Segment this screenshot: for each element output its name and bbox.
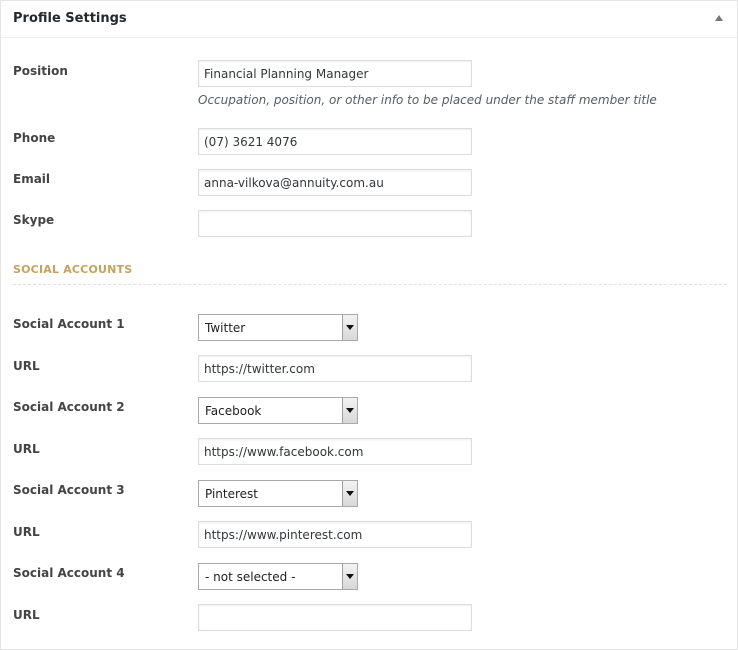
- social-account-3-selected: Pinterest: [205, 487, 259, 501]
- social-account-4-selected: - not selected -: [205, 570, 296, 584]
- social-account-1-selected: Twitter: [205, 321, 246, 335]
- chevron-down-icon[interactable]: [342, 398, 357, 423]
- url-4-label: URL: [13, 608, 40, 622]
- position-label: Position: [13, 64, 68, 78]
- profile-settings-panel: Profile Settings Position Occupation, po…: [0, 0, 738, 650]
- url-2-label: URL: [13, 442, 40, 456]
- social-account-3-label: Social Account 3: [13, 483, 125, 497]
- skype-label: Skype: [13, 213, 55, 227]
- url-3-label: URL: [13, 525, 40, 539]
- section-divider: [13, 284, 727, 285]
- social-account-3-url-input[interactable]: [198, 521, 472, 548]
- chevron-down-icon[interactable]: [342, 315, 357, 340]
- chevron-down-icon[interactable]: [342, 564, 357, 589]
- panel-header[interactable]: Profile Settings: [1, 1, 737, 38]
- position-description: Occupation, position, or other info to b…: [198, 93, 657, 107]
- phone-label: Phone: [13, 131, 56, 145]
- panel-title: Profile Settings: [13, 11, 127, 26]
- email-label: Email: [13, 172, 51, 186]
- social-account-4-label: Social Account 4: [13, 566, 125, 580]
- position-input[interactable]: [198, 60, 472, 87]
- social-account-1-url-input[interactable]: [198, 355, 472, 382]
- social-account-4-url-input[interactable]: [198, 604, 472, 631]
- skype-input[interactable]: [198, 210, 472, 237]
- social-accounts-heading: SOCIAL ACCOUNTS: [13, 263, 133, 276]
- social-account-2-select[interactable]: Facebook: [198, 397, 358, 424]
- social-account-1-label: Social Account 1: [13, 317, 125, 331]
- email-input[interactable]: [198, 169, 472, 196]
- social-account-2-url-input[interactable]: [198, 438, 472, 465]
- social-account-4-select[interactable]: - not selected -: [198, 563, 358, 590]
- social-account-1-select[interactable]: Twitter: [198, 314, 358, 341]
- chevron-down-icon[interactable]: [342, 481, 357, 506]
- phone-input[interactable]: [198, 128, 472, 155]
- url-1-label: URL: [13, 359, 40, 373]
- social-account-3-select[interactable]: Pinterest: [198, 480, 358, 507]
- social-account-2-label: Social Account 2: [13, 400, 125, 414]
- collapse-toggle-icon[interactable]: [715, 15, 723, 21]
- social-account-2-selected: Facebook: [205, 404, 262, 418]
